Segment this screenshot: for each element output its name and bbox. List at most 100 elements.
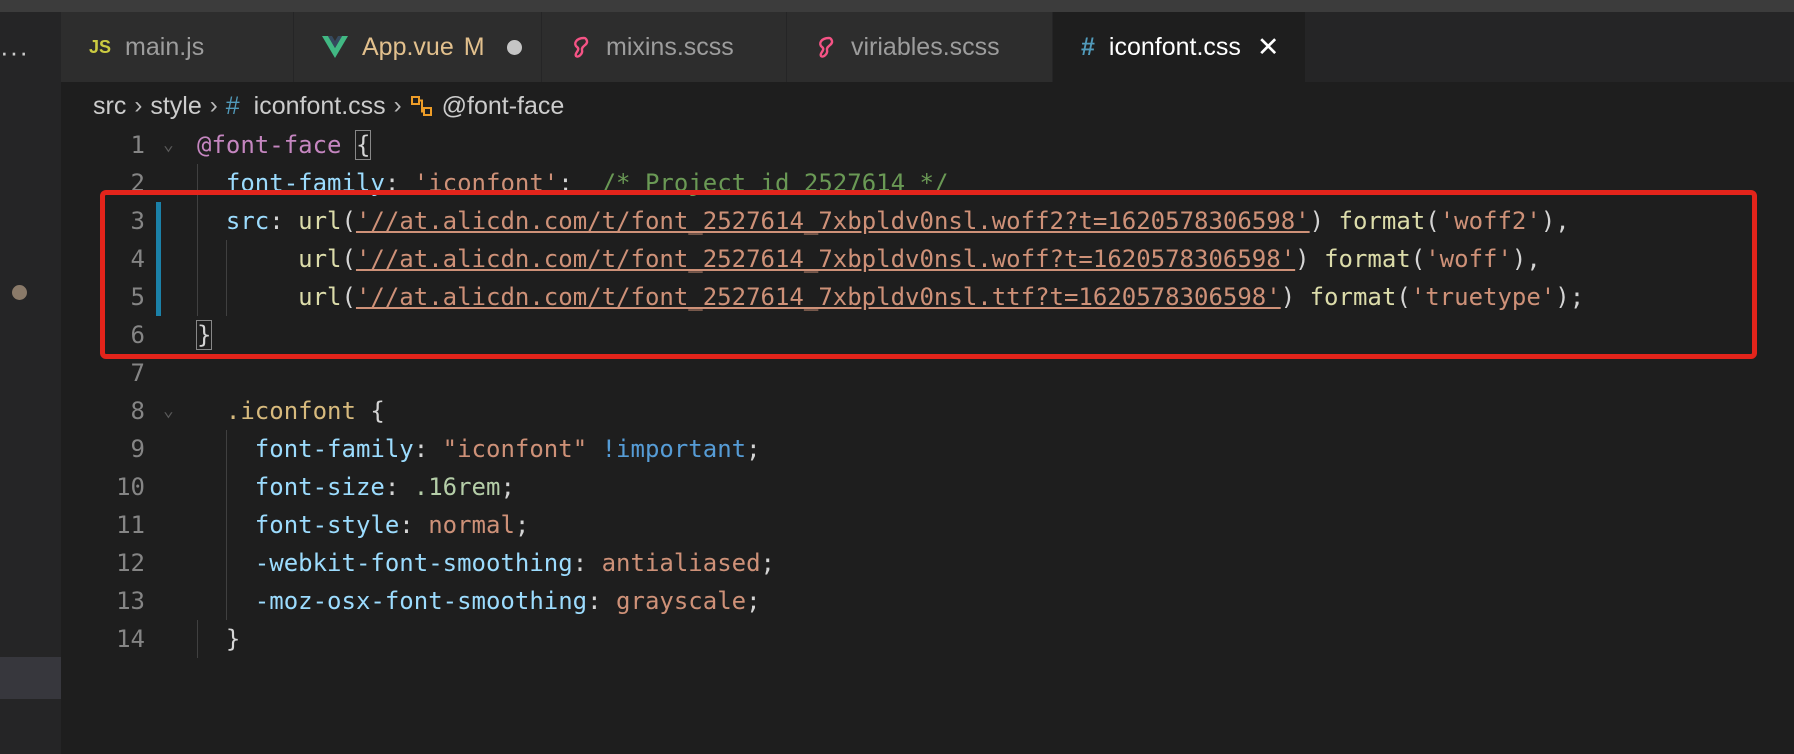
code-token: ( [341, 207, 356, 235]
breadcrumb-item-file[interactable]: iconfont.css [254, 92, 386, 121]
line-number: 14 [116, 625, 145, 653]
breadcrumb-item-symbol[interactable]: @font-face [442, 92, 565, 121]
code-text: font-family: 'iconfont'; /* Project id 2… [226, 164, 949, 202]
symbol-structure-icon [410, 94, 434, 118]
code-token: font-style [254, 511, 400, 539]
tab-iconfont-css[interactable]: # iconfont.css ✕ [1053, 12, 1306, 82]
code-token: url [298, 283, 342, 311]
fold-chevron-icon[interactable]: ⌄ [163, 392, 174, 430]
code-token: format [1309, 283, 1397, 311]
code-token: ), [1511, 245, 1541, 273]
modified-badge: M [463, 32, 485, 61]
code-line[interactable]: 2 font-family: 'iconfont'; /* Project id … [61, 164, 1794, 202]
indent-guide [225, 544, 227, 582]
indent-guide [225, 240, 227, 278]
code-token: ) [1280, 283, 1310, 311]
code-token: 'truetype' [1410, 283, 1556, 311]
code-text: .iconfont { [226, 392, 385, 430]
code-token: font-family [254, 435, 414, 463]
code-token: ); [1555, 283, 1585, 311]
indent-guide [225, 468, 227, 506]
code-text: font-family: "iconfont" !important; [255, 430, 761, 468]
code-token: .iconfont [225, 397, 356, 425]
code-token: ) [1309, 207, 1339, 235]
css-hash-icon: # [225, 91, 240, 120]
source-control-dot-icon [12, 285, 27, 300]
code-token: ; [500, 473, 515, 501]
tab-mixins-scss[interactable]: mixins.scss [542, 12, 787, 82]
editor-tab-bar: JS main.js App.vue M mixins.scss viriabl… [61, 12, 1794, 82]
code-token: } [195, 320, 213, 350]
close-icon[interactable]: ✕ [1257, 33, 1280, 61]
code-token: '//at.alicdn.com/t/font_2527614_7xbpldv0… [355, 245, 1296, 273]
code-text: font-style: normal; [255, 506, 530, 544]
code-line[interactable]: 9 font-family: "iconfont" !important; [61, 430, 1794, 468]
code-line[interactable]: 6} [61, 316, 1794, 354]
code-line[interactable]: 4 url('//at.alicdn.com/t/font_2527614_7xb… [61, 240, 1794, 278]
tab-app-vue[interactable]: App.vue M [294, 12, 542, 82]
code-line[interactable]: 10 font-size: .16rem; [61, 468, 1794, 506]
line-number: 4 [130, 245, 145, 273]
code-token: ; [514, 511, 530, 539]
code-token: -webkit-font-smoothing [254, 549, 573, 577]
code-token: ( [1396, 283, 1411, 311]
code-token: ), [1540, 207, 1570, 235]
modified-line-gutter-marker[interactable] [156, 202, 161, 240]
breadcrumb-item-style[interactable]: style [150, 92, 201, 121]
code-line[interactable]: 1 ⌄ @font-face { [61, 126, 1794, 164]
code-token: src [225, 207, 270, 235]
code-token: : [399, 511, 429, 539]
sass-file-icon [815, 35, 837, 59]
code-line[interactable]: 14} [61, 620, 1794, 658]
line-number: 10 [116, 473, 145, 501]
tab-main-js[interactable]: JS main.js [61, 12, 294, 82]
code-token: font-family [225, 169, 385, 197]
code-token: url [298, 245, 342, 273]
tab-label: viriables.scss [851, 32, 1000, 61]
fold-chevron-icon[interactable]: ⌄ [163, 126, 174, 164]
modified-line-gutter-marker[interactable] [156, 278, 161, 316]
unsaved-dot-icon[interactable] [506, 39, 522, 55]
code-line[interactable]: 3 src: url('//at.alicdn.com/t/font_252761… [61, 202, 1794, 240]
code-text: } [195, 316, 213, 354]
side-panel: ··· [0, 12, 61, 754]
code-line[interactable]: 13 -moz-osx-font-smoothing: grayscale; [61, 582, 1794, 620]
code-text: url('//at.alicdn.com/t/font_2527614_7xbp… [298, 240, 1541, 278]
code-token: '//at.alicdn.com/t/font_2527614_7xbpldv0… [355, 207, 1310, 235]
indent-guide [225, 506, 227, 544]
code-token: /* Project id 2527614 */ [601, 169, 949, 197]
indent-guide [197, 240, 198, 278]
chevron-right-icon: › [209, 92, 218, 119]
code-text: font-size: .16rem; [255, 468, 515, 506]
code-text: src: url('//at.alicdn.com/t/font_2527614… [226, 202, 1570, 240]
code-token: '//at.alicdn.com/t/font_2527614_7xbpldv0… [355, 283, 1281, 311]
tab-viriables-scss[interactable]: viriables.scss [787, 12, 1053, 82]
code-token: "iconfont" [442, 435, 588, 463]
code-token: format [1324, 245, 1411, 273]
code-token: 'woff' [1425, 245, 1512, 273]
code-token: grayscale [616, 587, 747, 615]
modified-line-gutter-marker[interactable] [156, 240, 161, 278]
tab-label: iconfont.css [1108, 32, 1241, 61]
code-token: ( [341, 283, 356, 311]
code-line[interactable]: 7 [61, 354, 1794, 392]
code-line[interactable]: 8 ⌄ .iconfont { [61, 392, 1794, 430]
tab-label: App.vue [362, 32, 454, 61]
indent-guide [197, 620, 198, 658]
code-line[interactable]: 12 -webkit-font-smoothing: antialiased; [61, 544, 1794, 582]
code-text: } [226, 620, 240, 658]
code-token: : [269, 207, 299, 235]
css-hash-icon: # [1081, 32, 1095, 61]
code-token: : [587, 587, 617, 615]
code-token: ; [746, 435, 761, 463]
line-number: 5 [130, 283, 145, 311]
side-panel-selected-row[interactable] [0, 657, 61, 699]
code-line[interactable]: 5 url('//at.alicdn.com/t/font_2527614_7xb… [61, 278, 1794, 316]
code-line[interactable]: 11 font-style: normal; [61, 506, 1794, 544]
code-editor[interactable]: 1 ⌄ @font-face {2 font-family: 'iconfont'; … [61, 126, 1794, 754]
breadcrumb-item-src[interactable]: src [93, 92, 126, 121]
code-token: ) [1295, 245, 1325, 273]
more-actions-icon[interactable]: ··· [0, 39, 29, 65]
line-number: 12 [116, 549, 145, 577]
